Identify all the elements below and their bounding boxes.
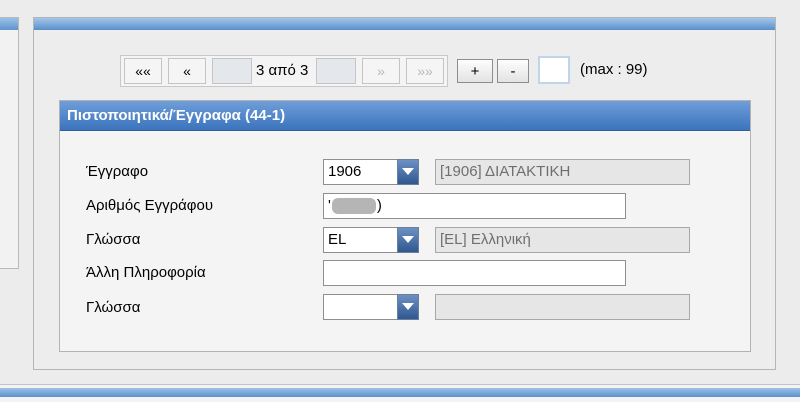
language-description: [EL] Ελληνική	[435, 227, 690, 253]
pagination-spacer-right	[316, 58, 356, 84]
document-dropdown-button[interactable]	[397, 159, 419, 185]
left-panel	[0, 17, 19, 269]
other-info-input[interactable]	[323, 260, 626, 286]
add-record-button[interactable]: +	[457, 59, 493, 83]
document-number-label: Αριθμός Εγγράφου	[86, 197, 214, 214]
last-page-button[interactable]: »»	[406, 58, 444, 84]
document-description: [1906] ΔΙΑΤΑΚΤΙΚΗ	[435, 159, 690, 185]
document-number-suffix: )	[376, 197, 382, 214]
section-title: Πιστοποιητικά/Έγγραφα (44-1)	[60, 101, 750, 131]
left-panel-title-bar	[0, 18, 18, 30]
language-label: Γλώσσα	[86, 231, 141, 248]
prev-page-button[interactable]: «	[168, 58, 206, 84]
remove-record-button[interactable]: -	[497, 59, 529, 83]
redacted-value	[331, 198, 376, 215]
max-label: (max : 99)	[580, 61, 648, 78]
pagination-spacer-left	[212, 58, 252, 84]
page-status: 3 από 3	[256, 62, 309, 79]
page-number-input[interactable]	[538, 56, 570, 84]
main-panel-title-bar	[34, 18, 775, 30]
document-code-select[interactable]: 1906	[323, 159, 398, 185]
bottom-panel-title-bar	[0, 388, 800, 397]
language-dropdown-button[interactable]	[397, 227, 419, 253]
document-number-input[interactable]: ')	[323, 193, 626, 219]
bottom-panel	[0, 384, 800, 402]
document-label: Έγγραφο	[86, 163, 149, 180]
chevron-down-icon	[402, 168, 414, 175]
language2-label: Γλώσσα	[86, 299, 141, 316]
next-page-button[interactable]: »	[362, 58, 400, 84]
language2-code-select[interactable]	[323, 294, 398, 320]
document-number-prefix: '	[328, 197, 331, 214]
language2-dropdown-button[interactable]	[397, 294, 419, 320]
chevron-down-icon	[402, 236, 414, 243]
chevron-down-icon	[402, 303, 414, 310]
language-code-select[interactable]: EL	[323, 227, 398, 253]
first-page-button[interactable]: ««	[124, 58, 162, 84]
other-info-label: Άλλη Πληροφορία	[86, 264, 206, 281]
language2-description	[435, 294, 690, 320]
